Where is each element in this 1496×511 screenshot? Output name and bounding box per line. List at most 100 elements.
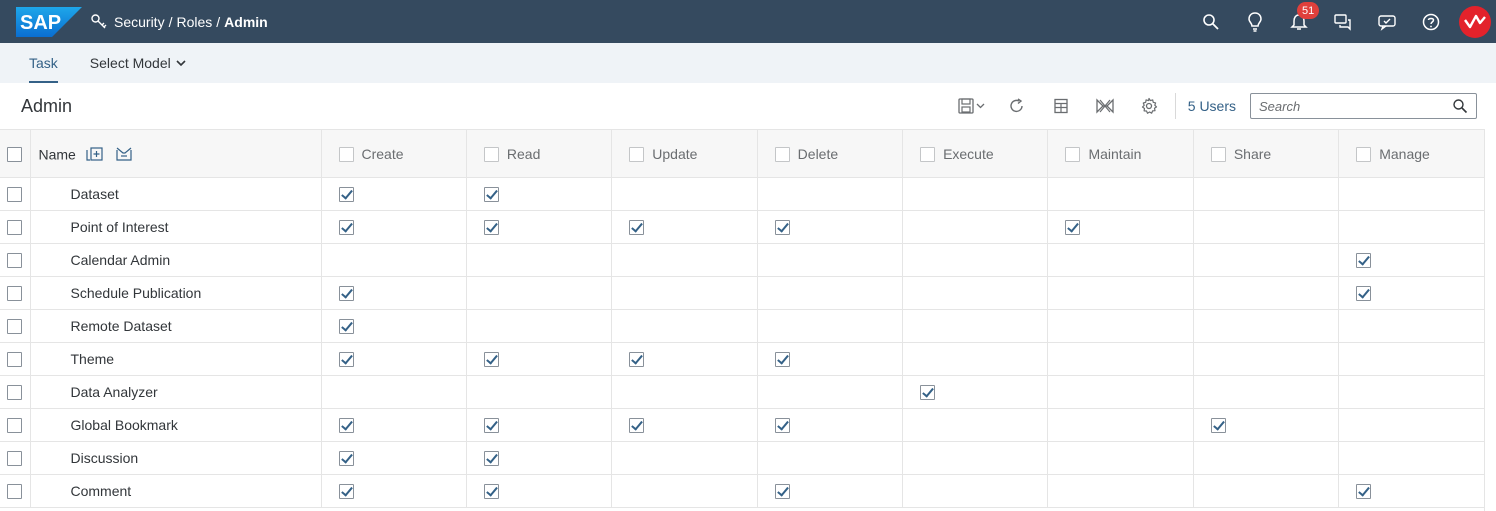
hierarchy-button[interactable] xyxy=(1083,84,1127,128)
permission-checkbox-share[interactable] xyxy=(1210,418,1226,434)
row-select-checkbox[interactable] xyxy=(7,385,23,401)
table-row[interactable]: Comment xyxy=(0,474,1485,508)
permission-checkbox-update[interactable] xyxy=(629,220,645,236)
permission-checkbox-create[interactable] xyxy=(338,484,354,500)
permission-checkbox-create[interactable] xyxy=(338,187,354,203)
discussion-icon[interactable] xyxy=(1321,0,1365,43)
permission-checkbox-update[interactable] xyxy=(629,418,645,434)
permission-cell xyxy=(466,342,613,376)
permission-checkbox-create[interactable] xyxy=(338,220,354,236)
permission-checkbox-create[interactable] xyxy=(338,418,354,434)
help-icon[interactable] xyxy=(1409,0,1453,43)
users-link[interactable]: 5 Users xyxy=(1188,98,1236,114)
toolbar: Admin 5 Users xyxy=(0,83,1496,129)
table-row[interactable]: Dataset xyxy=(0,177,1485,211)
row-select-checkbox[interactable] xyxy=(7,286,23,302)
permission-checkbox-delete[interactable] xyxy=(774,484,790,500)
permission-cell xyxy=(1047,408,1194,442)
settings-button[interactable] xyxy=(1127,84,1171,128)
column-header-execute: Execute xyxy=(902,129,1049,178)
permission-checkbox-read[interactable] xyxy=(483,352,499,368)
search-field[interactable] xyxy=(1250,93,1477,119)
row-name: Schedule Publication xyxy=(30,276,322,310)
feedback-icon[interactable] xyxy=(1365,0,1409,43)
permission-cell xyxy=(1047,309,1194,343)
permission-checkbox-execute[interactable] xyxy=(920,385,936,401)
permission-cell xyxy=(757,375,904,409)
row-select-checkbox[interactable] xyxy=(7,253,23,269)
table-row[interactable]: Data Analyzer xyxy=(0,375,1485,409)
select-all-checkbox[interactable] xyxy=(7,146,23,162)
row-select-checkbox[interactable] xyxy=(7,187,23,203)
permission-checkbox-delete[interactable] xyxy=(774,352,790,368)
permission-checkbox-read[interactable] xyxy=(483,418,499,434)
permission-checkbox-read[interactable] xyxy=(483,187,499,203)
layout-button[interactable] xyxy=(1039,84,1083,128)
permission-cell xyxy=(1193,276,1340,310)
permission-cell xyxy=(611,408,758,442)
permission-cell xyxy=(611,474,758,508)
permission-cell xyxy=(757,474,904,508)
refresh-button[interactable] xyxy=(995,84,1039,128)
table-row[interactable]: Schedule Publication xyxy=(0,276,1485,310)
row-select-checkbox[interactable] xyxy=(7,484,23,500)
sap-logo[interactable]: SAP xyxy=(16,6,82,38)
select-model-menu[interactable]: Select Model xyxy=(86,43,191,83)
table-row[interactable]: Global Bookmark xyxy=(0,408,1485,442)
permission-checkbox-create[interactable] xyxy=(338,286,354,302)
permission-checkbox-read[interactable] xyxy=(483,451,499,467)
table-row[interactable]: Point of Interest xyxy=(0,210,1485,244)
column-select-checkbox[interactable] xyxy=(1065,146,1081,162)
table-row[interactable]: Theme xyxy=(0,342,1485,376)
bell-icon[interactable]: 51 xyxy=(1277,0,1321,43)
row-select-cell xyxy=(0,342,31,376)
profile-avatar[interactable] xyxy=(1459,5,1491,38)
permission-checkbox-create[interactable] xyxy=(338,451,354,467)
permission-checkbox-create[interactable] xyxy=(338,352,354,368)
expand-all-icon[interactable] xyxy=(86,146,104,162)
permission-checkbox-read[interactable] xyxy=(483,484,499,500)
permission-cell xyxy=(466,177,613,211)
row-select-checkbox[interactable] xyxy=(7,352,23,368)
column-select-checkbox[interactable] xyxy=(1356,146,1372,162)
name-column-header[interactable]: Name xyxy=(30,129,322,178)
breadcrumb-security[interactable]: Security xyxy=(114,14,165,30)
notification-badge: 51 xyxy=(1297,2,1320,19)
table-row[interactable]: Remote Dataset xyxy=(0,309,1485,343)
permission-checkbox-delete[interactable] xyxy=(774,418,790,434)
permission-cell xyxy=(757,210,904,244)
column-select-checkbox[interactable] xyxy=(774,146,790,162)
vertical-scroll-track[interactable] xyxy=(1484,129,1496,511)
column-select-checkbox[interactable] xyxy=(629,146,645,162)
column-select-checkbox[interactable] xyxy=(483,146,499,162)
save-menu-button[interactable] xyxy=(951,84,995,128)
breadcrumb-roles[interactable]: Roles xyxy=(176,14,212,30)
row-select-checkbox[interactable] xyxy=(7,418,23,434)
column-select-checkbox[interactable] xyxy=(920,146,936,162)
table-row[interactable]: Discussion xyxy=(0,441,1485,475)
permission-checkbox-create[interactable] xyxy=(338,319,354,335)
permission-checkbox-manage[interactable] xyxy=(1356,253,1372,269)
collapse-all-icon[interactable] xyxy=(114,146,134,162)
permission-checkbox-manage[interactable] xyxy=(1356,484,1372,500)
column-header-label: Update xyxy=(652,146,698,163)
permission-checkbox-maintain[interactable] xyxy=(1065,220,1081,236)
search-icon[interactable] xyxy=(1452,98,1468,114)
column-select-checkbox[interactable] xyxy=(1210,146,1226,162)
permission-cell xyxy=(466,474,613,508)
permission-cell xyxy=(1338,243,1485,277)
permission-checkbox-delete[interactable] xyxy=(774,220,790,236)
page-title: Admin xyxy=(21,95,73,116)
permission-checkbox-read[interactable] xyxy=(483,220,499,236)
permission-checkbox-update[interactable] xyxy=(629,352,645,368)
search-input[interactable] xyxy=(1259,98,1452,114)
tab-task[interactable]: Task xyxy=(25,43,62,83)
row-select-checkbox[interactable] xyxy=(7,220,23,236)
permission-checkbox-manage[interactable] xyxy=(1356,286,1372,302)
column-select-checkbox[interactable] xyxy=(338,146,354,162)
row-select-checkbox[interactable] xyxy=(7,319,23,335)
table-row[interactable]: Calendar Admin xyxy=(0,243,1485,277)
search-icon[interactable] xyxy=(1189,0,1233,43)
row-select-checkbox[interactable] xyxy=(7,451,23,467)
lightbulb-icon[interactable] xyxy=(1233,0,1277,43)
